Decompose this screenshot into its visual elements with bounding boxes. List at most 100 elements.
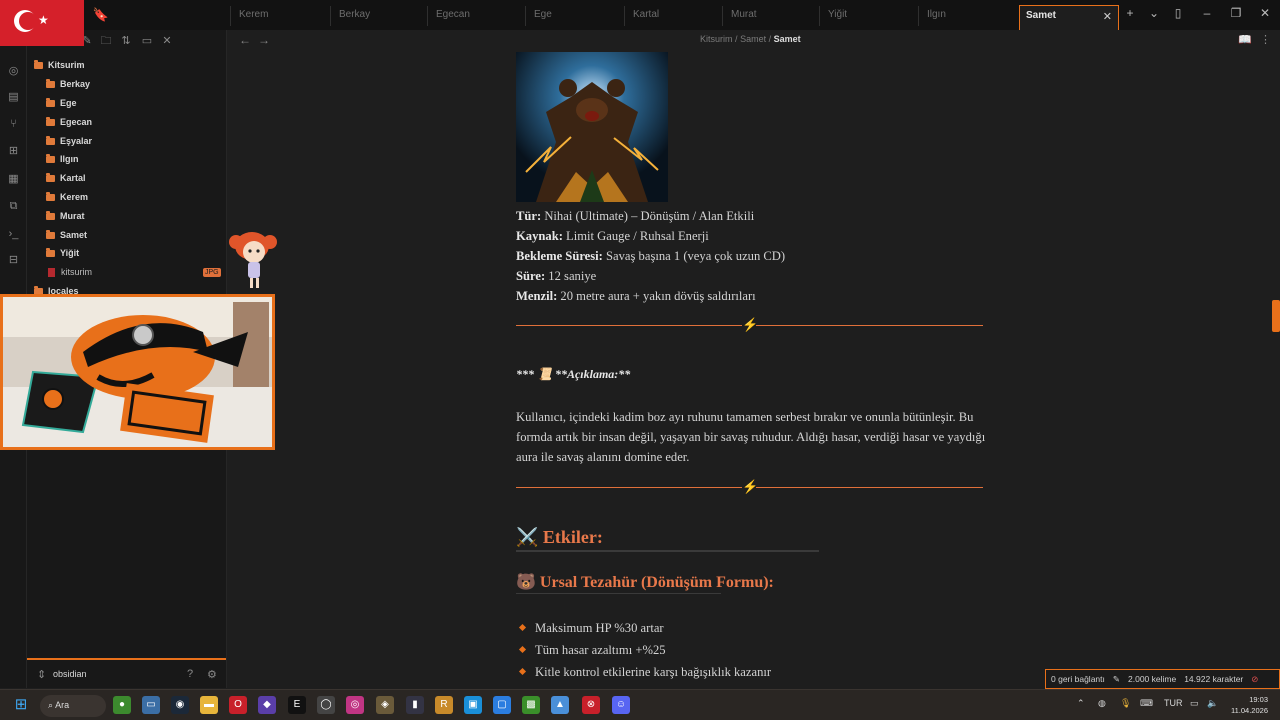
sidebar-toggle-icon[interactable]: ▯	[1168, 6, 1188, 20]
templates-icon[interactable]: ⊟	[5, 252, 22, 269]
tray-app-icon[interactable]: ◍	[1098, 698, 1106, 709]
back-arrow-icon[interactable]: ←	[239, 33, 251, 47]
new-tab-icon[interactable]: +	[1120, 6, 1140, 20]
network-icon[interactable]: ▭	[1190, 698, 1199, 709]
lightning-bolt-icon: ⚡	[742, 479, 759, 494]
obsidian-icon[interactable]: ◆	[258, 696, 276, 714]
tab-kartal[interactable]: Kartal	[624, 6, 722, 26]
task-view-icon[interactable]: ▭	[142, 696, 160, 714]
collapse-icon[interactable]: ▭	[139, 33, 155, 49]
minimize-icon[interactable]: –	[1197, 6, 1217, 20]
file-explorer-icon[interactable]: ▬	[200, 696, 218, 714]
steam-icon[interactable]: ◉	[171, 696, 189, 714]
breadcrumb-root[interactable]: Kitsurim	[700, 34, 733, 44]
folder-icon	[46, 116, 55, 126]
photos-icon[interactable]: ▲	[551, 696, 569, 714]
list-item: Maksimum HP %30 artar	[516, 617, 771, 639]
clock-time: 19:03	[1249, 695, 1268, 704]
folder-murat[interactable]: Murat	[46, 208, 85, 224]
scrollbar-thumb[interactable]	[1272, 300, 1280, 332]
folder-ilgin[interactable]: Ilgın	[46, 151, 79, 167]
minecraft-icon[interactable]: ▩	[522, 696, 540, 714]
instagram-icon[interactable]: ◎	[346, 696, 364, 714]
volume-icon[interactable]: 🔈	[1207, 698, 1218, 709]
tray-chevron-icon[interactable]: ⌃	[1077, 698, 1085, 709]
tab-kerem[interactable]: Kerem	[230, 6, 330, 26]
folder-yigit[interactable]: Yiğit	[46, 245, 79, 261]
xbox-icon[interactable]: ●	[113, 696, 131, 714]
app-icon[interactable]: ▮	[406, 696, 424, 714]
bookmark-icon[interactable]: 🔖	[92, 6, 110, 24]
vault-name: obsidian	[53, 669, 87, 679]
more-options-icon[interactable]: ⋮	[1260, 33, 1271, 46]
folder-kerem[interactable]: Kerem	[46, 189, 88, 205]
folder-icon	[46, 191, 55, 201]
folder-label: Samet	[60, 230, 88, 240]
new-folder-icon[interactable]: 🗀	[98, 33, 114, 49]
canvas-icon[interactable]: ⊞	[5, 143, 22, 160]
maximize-icon[interactable]: ❐	[1226, 6, 1246, 20]
windows-start-icon[interactable]: ⊞	[12, 696, 30, 714]
calendar-icon[interactable]: ▦	[5, 171, 22, 188]
tab-egecan[interactable]: Egecan	[427, 6, 525, 26]
tab-ilgin[interactable]: Ilgın	[918, 6, 1018, 26]
webcam-overlay	[0, 294, 275, 450]
keyboard-icon[interactable]: ⌨	[1140, 698, 1153, 709]
folder-esyalar[interactable]: Eşyalar	[46, 133, 92, 149]
sort-icon[interactable]: ⇅	[118, 33, 134, 49]
tab-list-chevron-icon[interactable]: ⌄	[1144, 6, 1164, 20]
close-panel-icon[interactable]: ✕	[159, 33, 175, 49]
forward-arrow-icon[interactable]: →	[258, 33, 270, 47]
backlinks-count[interactable]: 0 geri bağlantı	[1051, 674, 1105, 684]
folder-icon	[46, 97, 55, 107]
store-icon[interactable]: ▣	[464, 696, 482, 714]
clock[interactable]: 19:03 11.04.2026	[1224, 694, 1268, 716]
vault-switcher[interactable]: ⇕ obsidian ? ⚙	[27, 658, 226, 688]
close-window-icon[interactable]: ✕	[1255, 6, 1275, 20]
discord-icon[interactable]: ☺	[612, 696, 630, 714]
riot-icon[interactable]: R	[435, 696, 453, 714]
app-window-icon[interactable]: ▢	[493, 696, 511, 714]
epic-games-icon[interactable]: E	[288, 696, 306, 714]
breadcrumb-parent[interactable]: Samet	[740, 34, 766, 44]
folder-root[interactable]: Kitsurim	[34, 57, 85, 73]
word-count: 2.000 kelime	[1128, 674, 1177, 684]
copy-icon[interactable]: ⧉	[5, 198, 22, 215]
folder-ege[interactable]: Ege	[46, 95, 77, 111]
property-menzil: Menzil: 20 metre aura + yakın dövüş sald…	[516, 289, 756, 303]
folder-kartal[interactable]: Kartal	[46, 170, 86, 186]
microphone-icon[interactable]: 🎙	[1120, 698, 1131, 709]
file-label: kitsurim	[61, 267, 92, 277]
tab-yigit[interactable]: Yiğit	[819, 6, 918, 26]
tab-samet-label: Samet	[1026, 10, 1057, 21]
folder-berkay[interactable]: Berkay	[46, 76, 90, 92]
tab-murat[interactable]: Murat	[722, 6, 819, 26]
reading-view-icon[interactable]: 📖	[1238, 33, 1252, 46]
taskbar-search[interactable]: ⌕ Ara	[40, 695, 106, 717]
folder-egecan[interactable]: Egecan	[46, 114, 92, 130]
language-indicator[interactable]: TUR	[1164, 698, 1183, 708]
tab-ege[interactable]: Ege	[525, 6, 624, 26]
terminal-icon[interactable]: ›_	[5, 226, 22, 243]
close-tab-icon[interactable]: ✕	[1103, 10, 1112, 23]
help-icon[interactable]: ?	[187, 668, 193, 680]
tab-samet[interactable]: Samet ✕	[1019, 5, 1119, 30]
github-icon[interactable]: ◯	[317, 696, 335, 714]
sync-status-icon[interactable]: ⊘	[1251, 674, 1258, 685]
game-icon[interactable]: ◈	[376, 696, 394, 714]
tab-berkay[interactable]: Berkay	[330, 6, 427, 26]
editor-pane: ← → Kitsurim / Samet / Samet 📖 ⋮ Tür: Ni…	[228, 30, 1280, 688]
folder-icon	[46, 247, 55, 257]
file-kitsurim[interactable]: kitsurim	[48, 264, 92, 280]
aciklama-label: *** 📜 **Açıklama:**	[516, 367, 631, 381]
property-tur: Tür: Nihai (Ultimate) – Dönüşüm / Alan E…	[516, 209, 755, 223]
settings-gear-icon[interactable]: ⚙	[207, 668, 217, 681]
opera-icon[interactable]: O	[229, 696, 247, 714]
opera-gx-icon[interactable]: ⊗	[582, 696, 600, 714]
breadcrumb: Kitsurim / Samet / Samet	[700, 34, 801, 44]
note-properties: Tür: Nihai (Ultimate) – Dönüşüm / Alan E…	[516, 206, 785, 306]
file-icon[interactable]: ▤	[5, 89, 22, 106]
location-icon[interactable]: ◎	[5, 63, 22, 80]
graph-icon[interactable]: ⑂	[5, 116, 22, 133]
folder-samet[interactable]: Samet	[46, 227, 87, 243]
